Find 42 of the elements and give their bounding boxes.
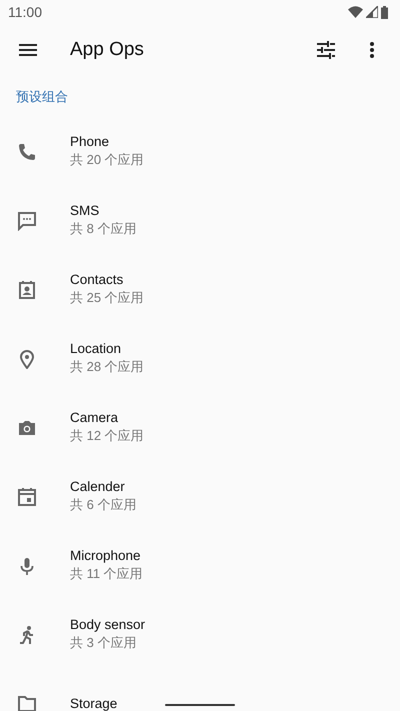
app-title: App Ops [70,39,145,61]
app-count: 共 25 个应用 [70,289,144,307]
category-title: Phone [70,134,110,149]
category-title: Contacts [70,272,124,287]
contact-card-icon [17,280,37,300]
app-count: 共 20 个应用 [70,151,144,169]
app-count: 共 6 个应用 [70,496,136,514]
category-row[interactable]: Contacts 共 25 个应用 [0,255,400,324]
category-title: Calender [70,479,126,494]
category-title: Storage [70,696,118,711]
app-count: 共 11 个应用 [70,565,143,583]
category-row[interactable]: Camera 共 12 个应用 [0,393,400,462]
app-count: 共 28 个应用 [70,358,144,376]
app-count: 共 8 个应用 [70,220,136,238]
app-count: 共 12 个应用 [70,427,144,445]
category-row[interactable]: SMS 共 8 个应用 [0,186,400,255]
battery-icon [381,6,388,18]
category-title: Microphone [70,548,142,563]
folder-icon [17,694,37,711]
more-icon [370,42,374,58]
wifi-icon [348,6,363,18]
status-time: 11:00 [8,4,42,20]
category-row[interactable]: Phone 共 20 个应用 [0,117,400,186]
category-title: Body sensor [70,617,146,632]
signal-icon [366,6,378,18]
menu-icon [19,44,37,56]
location-pin-icon [17,348,37,368]
category-title: Camera [70,410,120,425]
phone-icon [17,142,37,162]
gesture-handle[interactable] [165,704,235,706]
chat-icon [17,210,37,230]
calendar-icon [17,486,37,506]
category-title: Location [70,341,122,356]
category-title: SMS [70,203,100,218]
category-row[interactable]: Body sensor 共 3 个应用 [0,600,400,669]
sliders-icon [317,41,335,59]
category-row[interactable]: Storage [0,669,400,711]
category-row[interactable]: Calender 共 6 个应用 [0,462,400,531]
section-header: 预设组合 [16,88,68,106]
category-row[interactable]: Location 共 28 个应用 [0,324,400,393]
app-count: 共 3 个应用 [70,634,138,652]
category-row[interactable]: Microphone 共 11 个应用 [0,531,400,600]
